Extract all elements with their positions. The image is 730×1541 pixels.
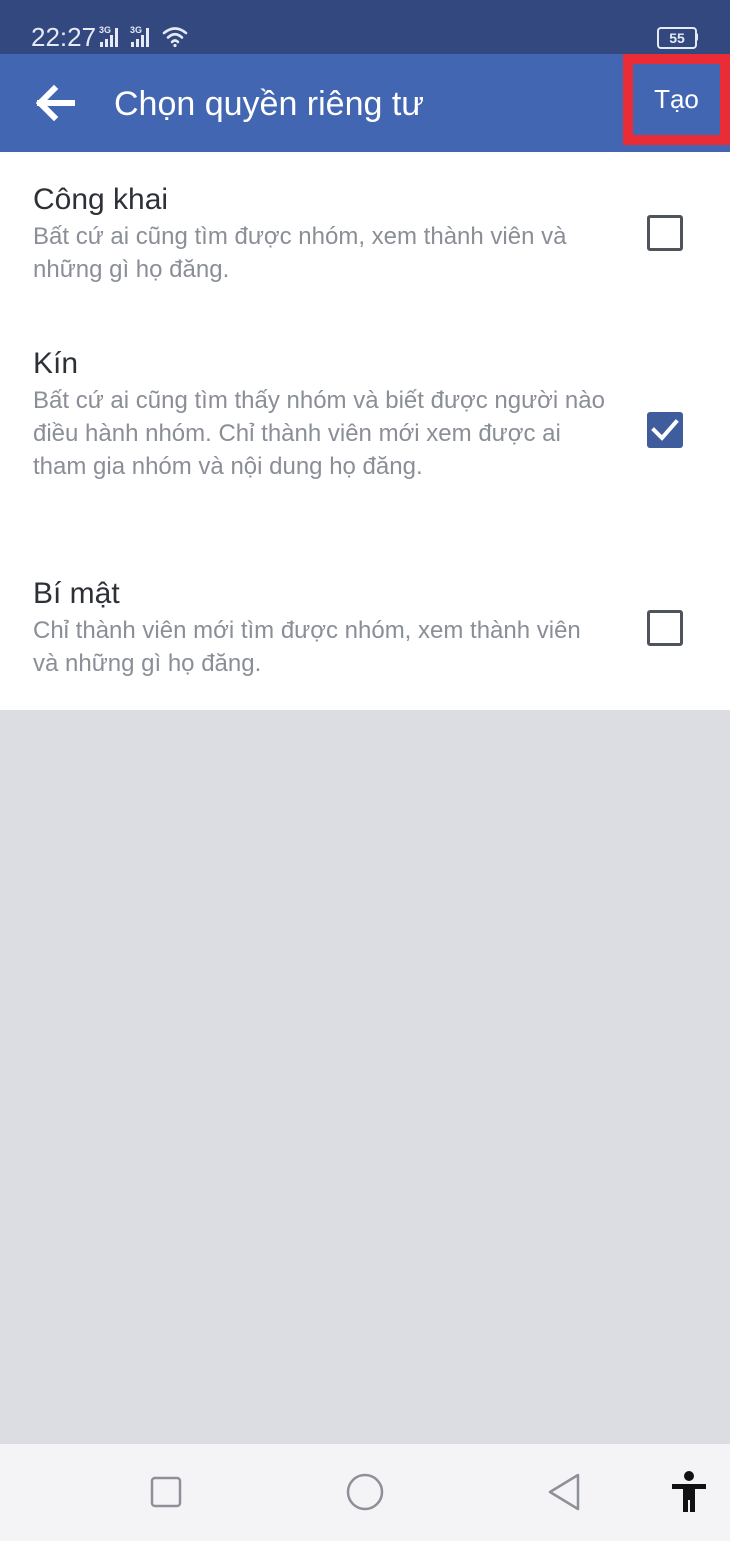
home-button[interactable] — [339, 1464, 391, 1520]
option-title: Kín — [33, 347, 79, 380]
app-bar: Chọn quyền riêng tư Tạo — [0, 54, 730, 152]
accessibility-button[interactable] — [664, 1468, 714, 1518]
status-icons: 3G 3G — [99, 25, 188, 48]
network-type-label: 3G — [130, 25, 142, 35]
checkbox-public[interactable] — [647, 215, 683, 251]
back-button[interactable] — [30, 80, 82, 126]
network-type-label: 3G — [99, 25, 111, 35]
option-description: Bất cứ ai cũng tìm thấy nhóm và biết đượ… — [33, 387, 605, 480]
option-title: Bí mật — [33, 577, 120, 610]
wifi-icon — [162, 27, 188, 48]
status-time: 22:27 — [31, 22, 97, 52]
home-icon — [346, 1473, 384, 1511]
option-title: Công khai — [33, 183, 169, 216]
signal-3g-icon: 3G — [99, 25, 118, 47]
back-icon — [548, 1473, 580, 1511]
checkbox-secret[interactable] — [647, 610, 683, 646]
privacy-options-list: Công khai Bất cứ ai cũng tìm được nhóm, … — [0, 152, 730, 710]
battery-level: 55 — [669, 30, 685, 46]
option-description: Chỉ thành viên mới tìm được nhóm, xem th… — [33, 617, 581, 677]
recent-apps-icon — [150, 1476, 182, 1508]
accessibility-icon — [672, 1471, 706, 1512]
battery-tip — [695, 33, 698, 41]
option-description: Bất cứ ai cũng tìm được nhóm, xem thành … — [33, 223, 567, 283]
create-button[interactable]: Tạo — [623, 54, 730, 145]
system-nav-bar — [0, 1444, 730, 1541]
battery-icon: 55 — [657, 27, 697, 49]
recent-apps-button[interactable] — [140, 1464, 192, 1520]
check-icon — [651, 419, 679, 441]
signal-3g-icon: 3G — [130, 25, 149, 47]
checkbox-closed[interactable] — [647, 412, 683, 448]
status-bar: 22:27 3G 3G 55 — [0, 0, 730, 54]
arrow-left-icon — [35, 84, 75, 122]
nav-back-button[interactable] — [538, 1464, 590, 1520]
page-title: Chọn quyền riêng tư — [114, 85, 425, 123]
